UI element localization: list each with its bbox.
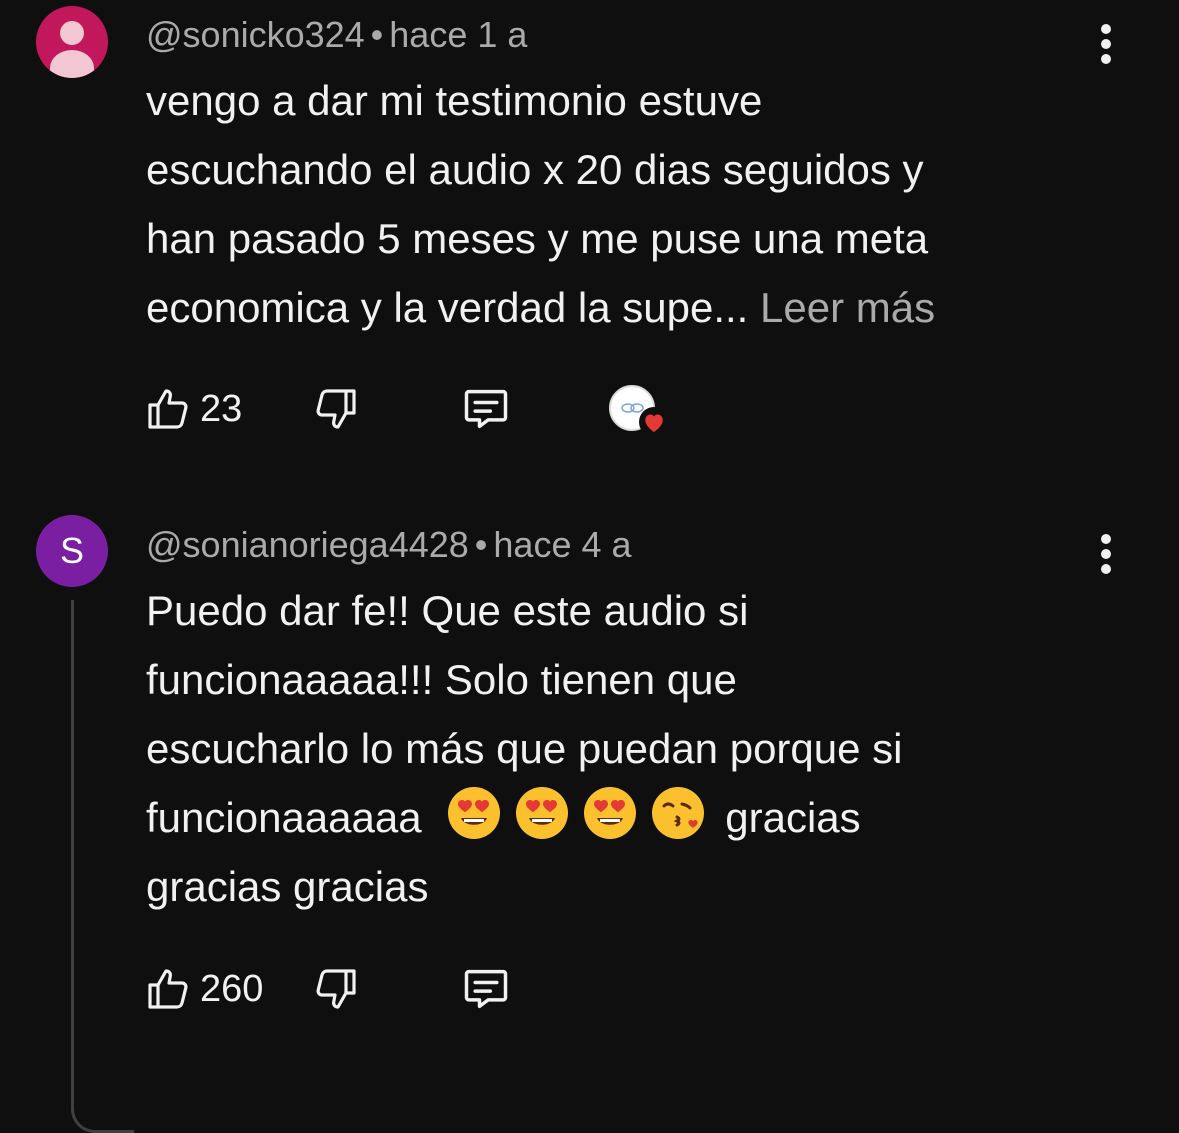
meta-separator: • [370, 14, 384, 55]
thread-line [71, 600, 134, 1133]
comment-icon [464, 389, 508, 429]
more-vert-icon[interactable] [1092, 24, 1122, 68]
comment-author-handle[interactable]: @sonianoriega4428 [146, 524, 469, 565]
comment-line: vengo a dar mi testimonio estuve [146, 77, 763, 124]
comment-line: escucharlo lo más que puedan porque si [146, 725, 903, 772]
comment-line-text: gracias [725, 794, 861, 841]
comment-line: Puedo dar fe!! Que este audio si [146, 587, 749, 634]
avatar[interactable] [36, 6, 108, 78]
thumb-down-icon [316, 389, 356, 429]
reply-button[interactable] [460, 381, 512, 437]
dislike-button[interactable] [312, 381, 360, 437]
comment-line: funcionaaaaaa gracias [146, 783, 1146, 852]
heart-eyes-emoji [447, 786, 501, 840]
comment-icon [464, 969, 508, 1009]
creator-heart-badge [609, 383, 673, 439]
reply-button[interactable] [460, 961, 512, 1017]
comment-author-handle[interactable]: @sonicko324 [146, 14, 365, 55]
comment-line: han pasado 5 meses y me puse una meta [146, 215, 929, 262]
more-vert-icon[interactable] [1092, 534, 1122, 578]
comment-line: gracias gracias [146, 863, 429, 910]
thumb-up-icon [148, 969, 188, 1009]
like-button[interactable]: 23 [144, 381, 242, 437]
dislike-button[interactable] [312, 961, 360, 1017]
like-button[interactable]: 260 [144, 961, 263, 1017]
heart-eyes-emoji [515, 786, 569, 840]
heart-icon [639, 407, 669, 437]
thumb-up-icon [148, 389, 188, 429]
comment-meta: @sonicko324 • hace 1 a [146, 17, 527, 53]
like-count: 23 [200, 387, 243, 430]
kissing-face-emoji [651, 786, 705, 840]
comment-line: economica y la verdad la supe... Leer má… [146, 273, 1146, 342]
comment-timestamp[interactable]: hace 4 a [493, 524, 631, 565]
comment-body: vengo a dar mi testimonio estuve escucha… [146, 66, 1146, 342]
thumb-down-icon [316, 969, 356, 1009]
read-more-link[interactable]: Leer más [760, 284, 935, 331]
heart-eyes-emoji [583, 786, 637, 840]
comment-meta: @sonianoriega4428 • hace 4 a [146, 527, 632, 563]
avatar[interactable]: S [36, 515, 108, 587]
comment-body: Puedo dar fe!! Que este audio si funcion… [146, 576, 1146, 921]
default-person-icon [60, 21, 84, 45]
comment-line: funcionaaaaa!!! Solo tienen que [146, 656, 737, 703]
comment-line-text: funcionaaaaaa [146, 794, 422, 841]
comment-line: escuchando el audio x 20 dias seguidos y [146, 146, 924, 193]
meta-separator: • [474, 524, 488, 565]
like-count: 260 [200, 967, 264, 1010]
comment-line-text: economica y la verdad la supe... [146, 284, 749, 331]
comment-timestamp[interactable]: hace 1 a [389, 14, 527, 55]
